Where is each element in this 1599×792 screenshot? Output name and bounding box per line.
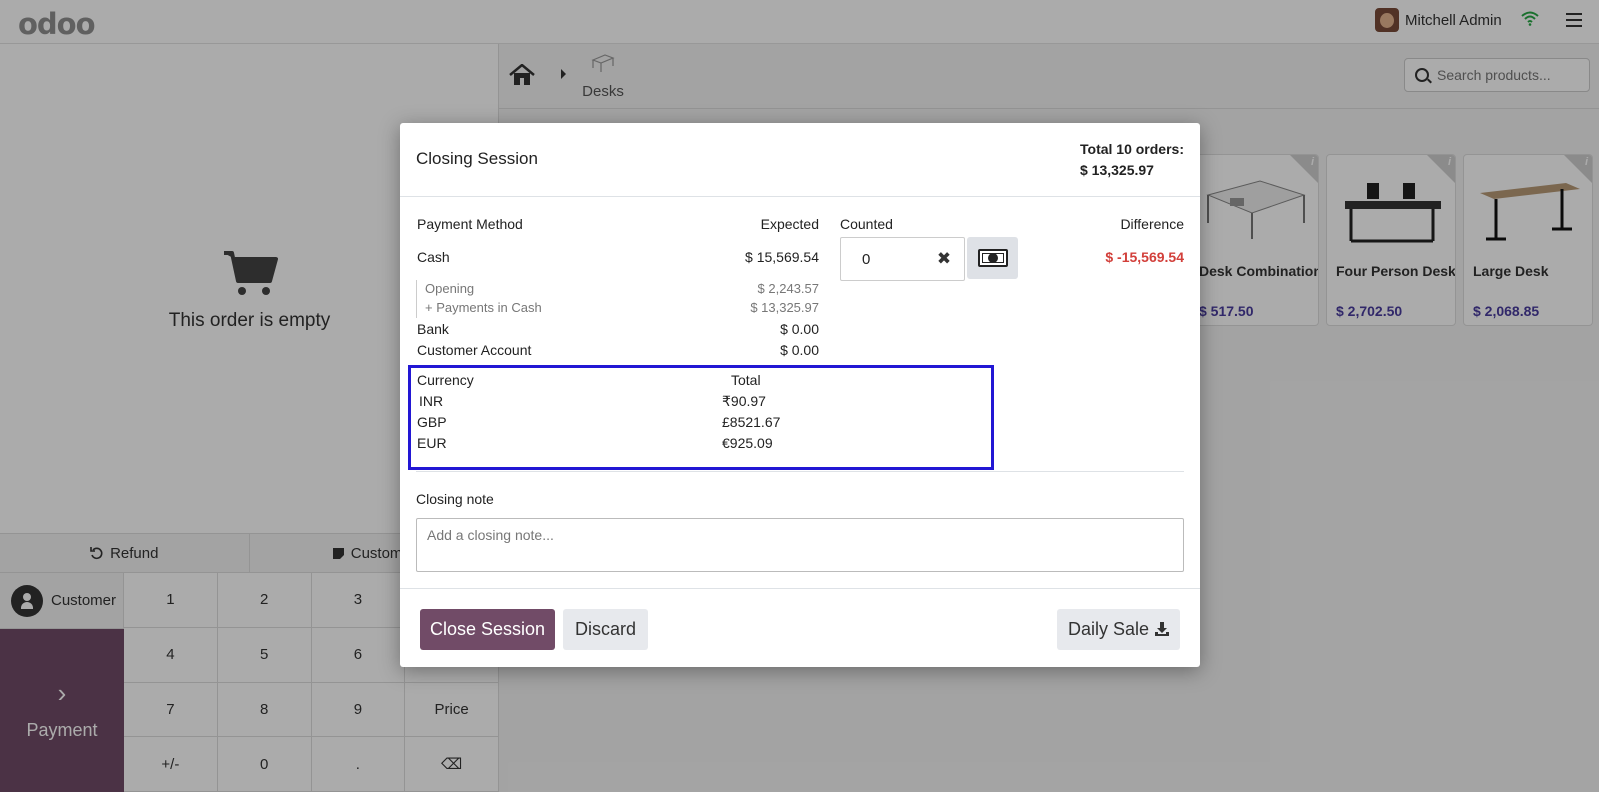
total-orders-label: Total 10 orders: — [1080, 141, 1184, 157]
daily-sale-button[interactable]: Daily Sale — [1057, 609, 1180, 650]
currency-total: ₹90.97 — [722, 393, 766, 409]
section-divider — [416, 471, 1184, 472]
daily-sale-label: Daily Sale — [1067, 619, 1150, 639]
currency-totals-table: Currency Total INR ₹90.97 GBP £8521.67 E… — [408, 365, 994, 470]
closing-session-dialog: Closing Session Total 10 orders: $ 13,32… — [400, 123, 1200, 667]
header-expected: Expected — [760, 216, 819, 232]
cash-label: Cash — [417, 249, 450, 265]
header-payment-method: Payment Method — [417, 216, 523, 232]
bank-label: Bank — [417, 321, 449, 337]
dialog-footer: Close Session Discard Daily Sale — [400, 588, 1200, 667]
opening-label: Opening — [425, 281, 475, 296]
customer-account-label: Customer Account — [417, 342, 532, 358]
cash-count-button[interactable] — [967, 237, 1018, 279]
cash-breakdown-divider — [416, 280, 417, 318]
currency-code: INR — [419, 393, 444, 409]
cash-counted-field: ✖ — [840, 237, 965, 281]
header-difference: Difference — [1120, 216, 1184, 232]
payments-in-cash-amount: $ 13,325.97 — [750, 300, 819, 315]
payments-in-cash-label: + Payments in Cash — [425, 300, 542, 315]
currency-header: Currency — [417, 372, 474, 388]
cash-counted-input[interactable] — [842, 239, 932, 279]
close-session-button[interactable]: Close Session — [420, 609, 555, 650]
dialog-header: Closing Session Total 10 orders: $ 13,32… — [400, 123, 1200, 197]
dialog-title: Closing Session — [416, 149, 538, 168]
currency-code: GBP — [417, 414, 447, 430]
total-orders-summary: Total 10 orders: $ 13,325.97 — [1080, 139, 1184, 181]
header-counted: Counted — [840, 216, 893, 232]
total-header: Total — [731, 372, 761, 388]
money-bill-icon — [977, 249, 1008, 267]
discard-button[interactable]: Discard — [563, 609, 648, 650]
opening-amount: $ 2,243.57 — [757, 281, 819, 296]
bank-expected: $ 0.00 — [780, 321, 819, 337]
customer-account-expected: $ 0.00 — [780, 342, 819, 358]
currency-total: €925.09 — [722, 435, 773, 451]
cash-expected: $ 15,569.54 — [745, 249, 819, 265]
closing-note-label: Closing note — [416, 491, 494, 507]
currency-total: £8521.67 — [722, 414, 781, 430]
closing-note-input[interactable] — [416, 518, 1184, 572]
clear-icon[interactable]: ✖ — [936, 249, 952, 269]
currency-code: EUR — [417, 435, 447, 451]
download-icon — [1155, 622, 1170, 636]
total-orders-amount: $ 13,325.97 — [1080, 162, 1154, 178]
cash-difference: $ -15,569.54 — [1105, 249, 1184, 265]
